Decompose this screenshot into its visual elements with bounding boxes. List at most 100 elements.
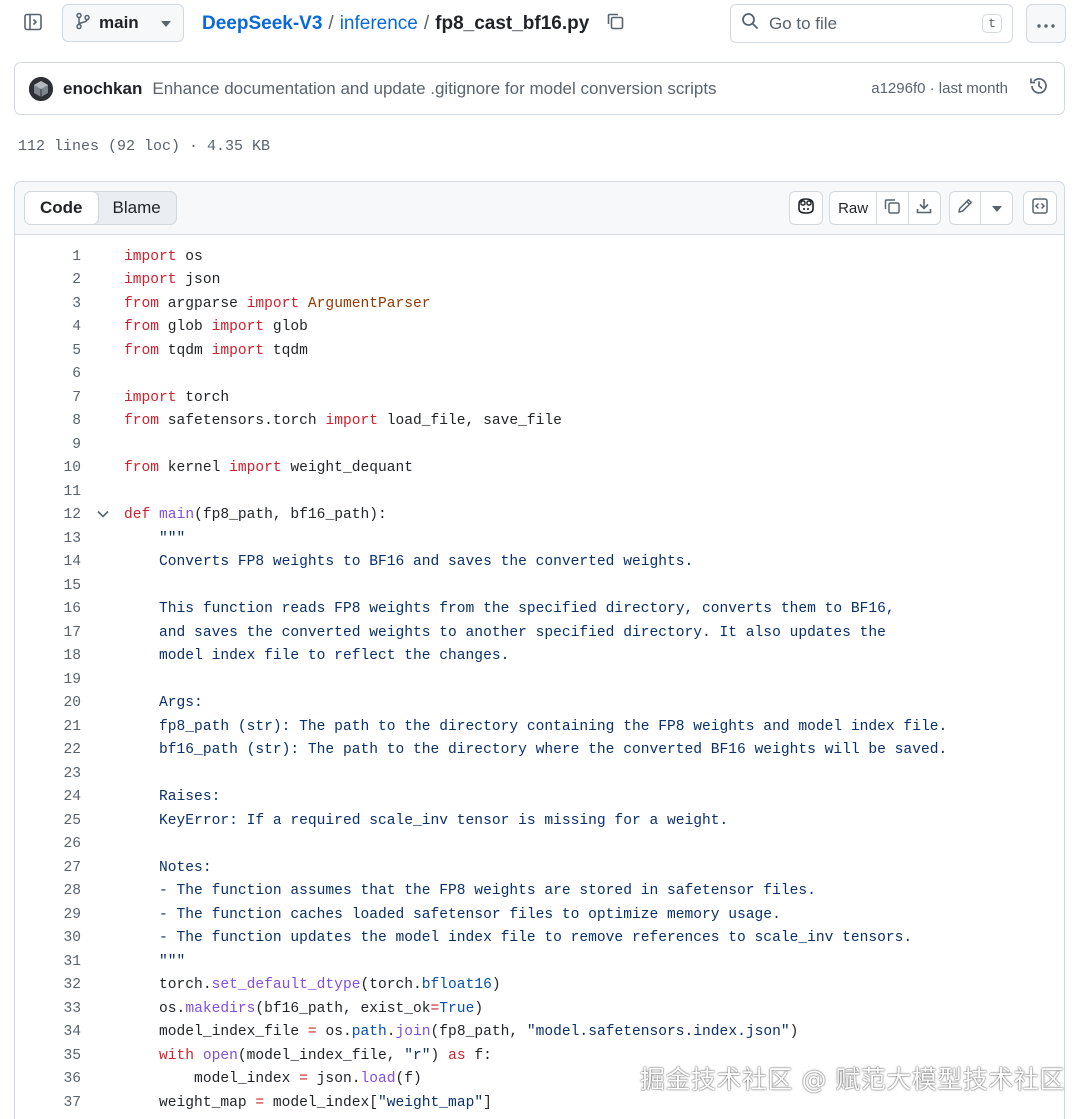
code-token: True [439,1000,475,1017]
line-content: Args: [124,695,203,711]
line-number[interactable]: 23 [15,766,81,782]
line-number[interactable]: 4 [15,319,81,335]
symbols-panel-button[interactable] [1023,191,1057,225]
line-number[interactable]: 18 [15,648,81,664]
chevron-down-icon [96,507,109,523]
line-number[interactable]: 35 [15,1048,81,1064]
code-line: 1 import os [15,245,1064,269]
line-number[interactable]: 22 [15,742,81,758]
line-number[interactable]: 13 [15,531,81,547]
line-number[interactable]: 15 [15,578,81,594]
line-number[interactable]: 29 [15,907,81,923]
line-number[interactable]: 6 [15,366,81,382]
line-number[interactable]: 31 [15,954,81,970]
code-token: join [395,1024,431,1041]
line-number[interactable]: 34 [15,1024,81,1040]
line-number[interactable]: 33 [15,1001,81,1017]
breadcrumb-separator: / [328,13,334,34]
line-number[interactable]: 12 [15,507,81,523]
line-number[interactable]: 2 [15,272,81,288]
edit-file-button[interactable] [950,192,982,224]
latest-commit-box: enochkan Enhance documentation and updat… [14,62,1065,115]
line-content: import os [124,249,203,265]
line-content: - The function caches loaded safetensor … [124,907,781,923]
line-number[interactable]: 24 [15,789,81,805]
code-line: 9 [15,433,1064,457]
breadcrumb-dir-link[interactable]: inference [340,13,418,35]
code-line: 25 KeyError: If a required scale_inv ten… [15,809,1064,833]
code-token: from [124,413,160,430]
sidebar-toggle-button[interactable] [20,11,46,37]
line-number[interactable]: 20 [15,695,81,711]
line-number[interactable]: 32 [15,977,81,993]
copy-raw-button[interactable] [877,192,909,224]
line-content: import json [124,272,220,288]
line-number[interactable]: 11 [15,484,81,500]
line-number[interactable]: 19 [15,672,81,688]
fold-toggle[interactable] [81,507,124,523]
more-options-button[interactable] [1026,4,1066,43]
line-number[interactable]: 1 [15,249,81,265]
commit-message-link[interactable]: Enhance documentation and update .gitign… [152,79,716,99]
edit-options-dropdown[interactable] [981,192,1012,224]
code-line: 19 [15,668,1064,692]
code-token: - The function updates the model index f… [124,930,913,947]
line-number[interactable]: 17 [15,625,81,641]
line-number[interactable]: 30 [15,930,81,946]
commit-hash-and-date[interactable]: a1296f0 · last month [871,80,1008,97]
line-number[interactable]: 10 [15,460,81,476]
raw-button[interactable]: Raw [830,192,878,224]
code-token: "r" [404,1047,431,1064]
commit-author-link[interactable]: enochkan [63,79,142,99]
go-to-file-input[interactable]: Go to file t [730,4,1013,43]
line-number[interactable]: 27 [15,860,81,876]
code-token: os [176,248,203,265]
line-number[interactable]: 5 [15,343,81,359]
code-token: json [176,272,221,289]
line-number[interactable]: 25 [15,813,81,829]
code-token: def [124,507,151,524]
line-number[interactable]: 3 [15,296,81,312]
line-number[interactable]: 36 [15,1071,81,1087]
pencil-icon [956,197,974,220]
line-number[interactable]: 26 [15,836,81,852]
code-line: 8 from safetensors.torch import load_file… [15,410,1064,434]
code-token: argparse [159,295,247,312]
tab-blame[interactable]: Blame [98,192,176,224]
code-line: 14 Converts FP8 weights to BF16 and save… [15,551,1064,575]
git-branch-icon [75,12,91,35]
code-token: - The function caches loaded safetensor … [124,906,781,923]
line-content: bf16_path (str): The path to the directo… [124,742,947,758]
download-button[interactable] [909,192,940,224]
copy-icon [883,197,901,220]
code-token: ) [789,1024,799,1041]
breadcrumb-repo-link[interactable]: DeepSeek-V3 [202,13,322,35]
code-token: - The function assumes that the FP8 weig… [124,883,816,900]
line-number[interactable]: 21 [15,719,81,735]
avatar[interactable] [29,76,53,101]
line-number[interactable]: 16 [15,601,81,617]
line-number[interactable]: 37 [15,1095,81,1111]
copy-path-button[interactable] [605,11,625,37]
branch-select-button[interactable]: main [62,4,184,42]
line-number[interactable]: 9 [15,437,81,453]
code-token: with [159,1047,195,1064]
line-number[interactable]: 7 [15,390,81,406]
copilot-button[interactable] [789,191,823,225]
code-token: makedirs [185,1000,256,1017]
line-content: - The function updates the model index f… [124,930,912,946]
code-line: 16 This function reads FP8 weights from … [15,598,1064,622]
download-icon [915,197,933,220]
line-number[interactable]: 28 [15,883,81,899]
line-number[interactable]: 14 [15,554,81,570]
code-line: 28 - The function assumes that the FP8 w… [15,880,1064,904]
line-number[interactable]: 8 [15,413,81,429]
history-button[interactable] [1028,75,1050,102]
tab-code[interactable]: Code [24,191,99,225]
code-token: import [211,319,265,336]
breadcrumb-separator: / [423,13,430,34]
code-token: (fp8_path, [430,1024,527,1041]
code-line: 17 and saves the converted weights to an… [15,621,1064,645]
